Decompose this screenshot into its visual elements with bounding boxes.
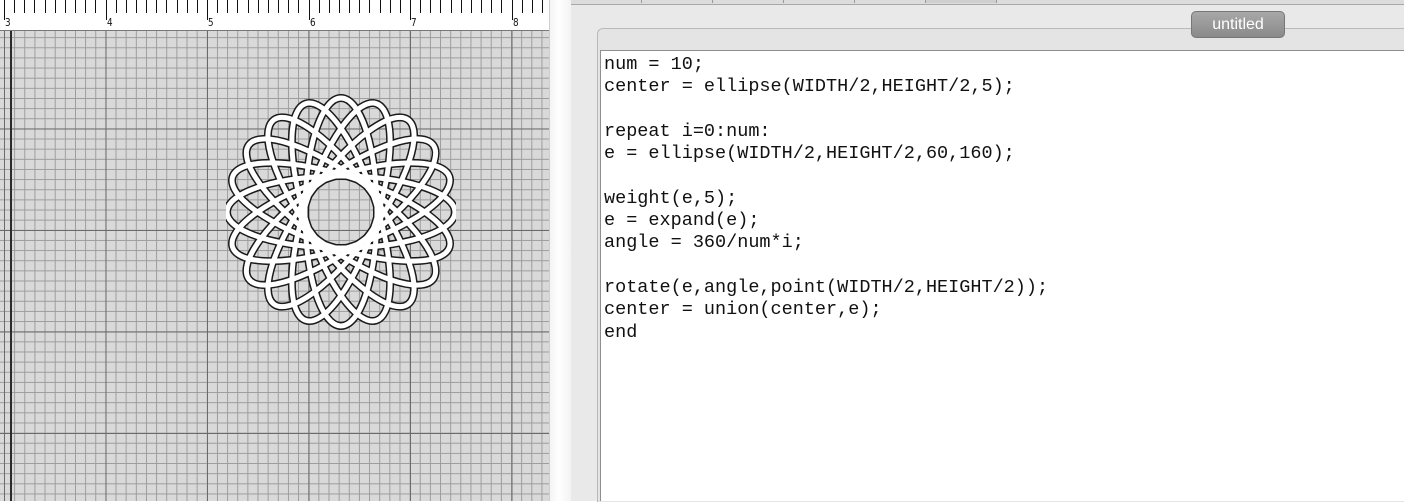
ruler-minor-tick [24, 0, 26, 13]
ruler-minor-tick [196, 0, 198, 13]
ruler-minor-tick [34, 0, 36, 13]
code-line: end [604, 321, 638, 343]
document-title-tab[interactable]: untitled [1191, 11, 1285, 38]
ruler-minor-tick [257, 0, 259, 13]
tab-stub[interactable] [855, 0, 926, 3]
ruler-minor-tick [176, 0, 178, 13]
ruler-minor-tick [115, 0, 117, 13]
ruler-minor-tick [501, 0, 503, 13]
ruler-minor-tick [227, 0, 229, 13]
code-line: angle = 360/num*i; [604, 232, 804, 254]
code-editor[interactable]: num = 10; center = ellipse(WIDTH/2,HEIGHT… [600, 50, 1404, 501]
ruler-minor-tick [186, 0, 188, 13]
ruler-minor-tick [470, 0, 472, 13]
code-line: num = 10; [604, 54, 704, 75]
ruler-minor-tick [369, 0, 371, 13]
ruler-minor-tick [298, 0, 300, 13]
ruler-minor-tick [146, 0, 148, 13]
tab-stub[interactable] [784, 0, 855, 3]
drawing-canvas-panel[interactable]: 3 4 5 6 7 8 [0, 0, 549, 501]
ruler-minor-tick [85, 0, 87, 13]
panel-divider[interactable] [549, 0, 572, 501]
code-editor-panel: untitled num = 10; center = ellipse(WIDTH… [571, 0, 1404, 502]
ruler-minor-tick [481, 0, 483, 13]
ruler-minor-tick [491, 0, 493, 13]
ruler-minor-tick [460, 0, 462, 13]
code-line: weight(e,5); [604, 187, 738, 209]
ruler-minor-tick [54, 0, 56, 13]
ruler-minor-tick [95, 0, 97, 13]
ruler-minor-tick [399, 0, 401, 13]
ruler-label: 6 [309, 16, 316, 29]
ruler-minor-tick [288, 0, 290, 13]
ruler-minor-tick [156, 0, 158, 13]
ruler-minor-tick [521, 0, 523, 13]
code-line: e = expand(e); [604, 210, 760, 232]
ruler-minor-tick [267, 0, 269, 13]
code-line: center = union(center,e); [604, 299, 882, 321]
ruler-minor-tick [541, 0, 543, 13]
ruler-minor-tick [389, 0, 391, 13]
ruler-minor-tick [75, 0, 77, 13]
ruler-minor-tick [430, 0, 432, 13]
ruler-minor-tick [64, 0, 66, 13]
ruler-minor-tick [135, 0, 137, 13]
code-line: e = ellipse(WIDTH/2,HEIGHT/2,60,160); [604, 143, 1015, 165]
tab-strip [571, 0, 1404, 5]
tab-stub[interactable] [926, 0, 997, 3]
canvas-left-guide [10, 31, 12, 501]
ruler-label: 5 [208, 16, 214, 29]
ruler-minor-tick [440, 0, 442, 13]
ruler-minor-tick [338, 0, 340, 13]
ruler-minor-tick [531, 0, 533, 13]
ruler-minor-tick [379, 0, 381, 13]
ruler-minor-tick [166, 0, 168, 13]
tab-stub[interactable] [571, 0, 642, 3]
ruler-minor-tick [359, 0, 361, 13]
code-line: repeat i=0:num: [604, 120, 771, 142]
horizontal-ruler: 3 4 5 6 7 8 [0, 0, 549, 31]
ruler-label: 3 [5, 16, 11, 29]
ruler-label: 8 [512, 16, 519, 29]
ruler-minor-tick [217, 0, 219, 13]
ruler-minor-tick [328, 0, 330, 13]
code-line: center = ellipse(WIDTH/2,HEIGHT/2,5); [604, 76, 1015, 98]
ruler-minor-tick [349, 0, 351, 13]
ruler-minor-tick [237, 0, 239, 13]
ruler-minor-tick [278, 0, 280, 13]
tab-stub[interactable] [642, 0, 713, 3]
ruler-minor-tick [44, 0, 46, 13]
ruler-minor-tick [450, 0, 452, 13]
flower-shape[interactable] [226, 94, 456, 330]
ruler-minor-tick [14, 0, 16, 13]
tab-stub[interactable] [713, 0, 784, 3]
ruler-minor-tick [318, 0, 320, 13]
ruler-label: 4 [106, 16, 113, 29]
ruler-label: 7 [411, 16, 417, 29]
ruler-minor-tick [247, 0, 249, 13]
ruler-minor-tick [420, 0, 422, 13]
code-line: rotate(e,angle,point(WIDTH/2,HEIGHT/2)); [604, 276, 1049, 298]
ruler-minor-tick [125, 0, 127, 13]
